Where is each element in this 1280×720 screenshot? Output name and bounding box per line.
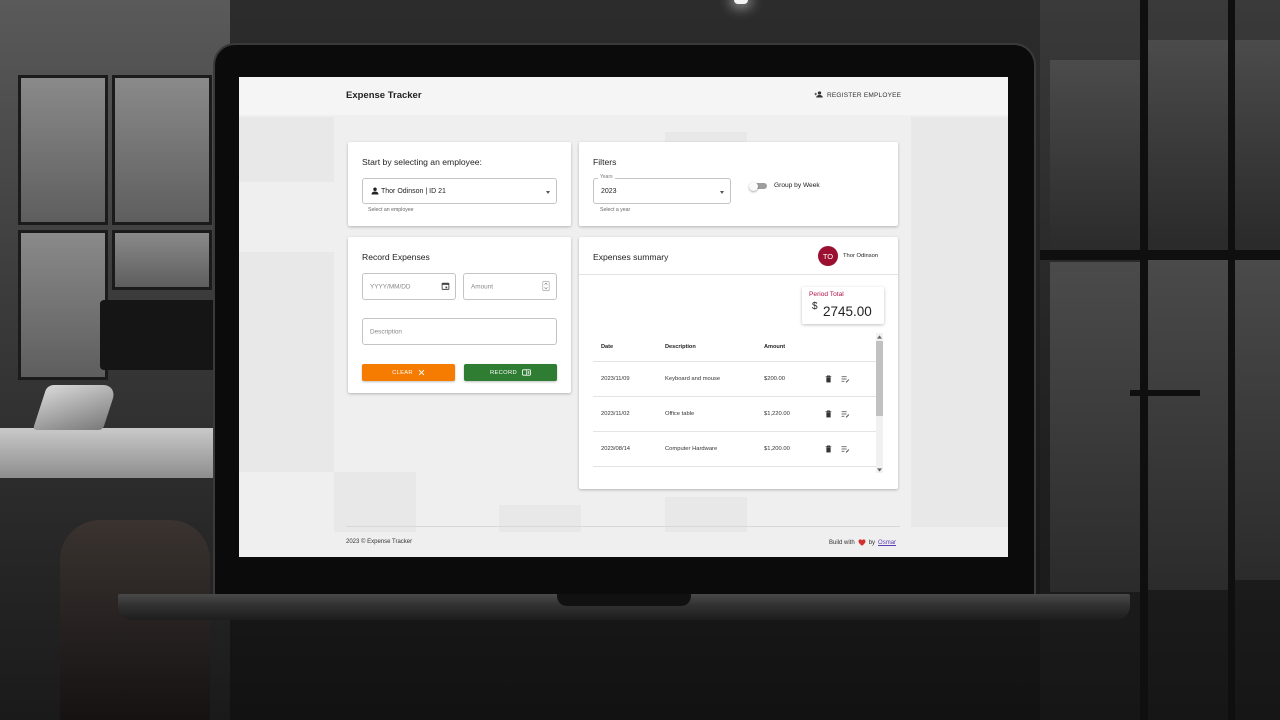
table-row: 2023/11/09 Keyboard and mouse $200.00	[593, 362, 877, 397]
ceiling-light	[734, 0, 748, 4]
clear-button-label: CLEAR	[392, 369, 413, 376]
employee-select-value: Thor Odinson | ID 21	[381, 187, 446, 195]
footer-credits: Build with by Osmar	[829, 539, 896, 546]
employee-select-helper: Select an employee	[368, 207, 414, 213]
register-employee-button[interactable]: REGISTER EMPLOYEE	[814, 91, 901, 100]
period-total-box: Period Total $ 2745.00	[802, 287, 884, 324]
expenses-summary-card: Expenses summary TO Thor Odinson Period …	[579, 237, 898, 489]
period-total-currency: $	[812, 301, 818, 312]
trash-icon[interactable]	[823, 374, 833, 384]
author-link[interactable]: Osmar	[878, 540, 896, 546]
selected-employee-name: Thor Odinson	[843, 253, 879, 259]
chevron-up-icon[interactable]	[876, 333, 883, 340]
year-select[interactable]: 2023	[593, 178, 731, 204]
period-total-value: 2745.00	[823, 304, 872, 319]
app-bar: Expense Tracker REGISTER EMPLOYEE	[239, 77, 1008, 115]
trash-icon[interactable]	[823, 409, 833, 419]
receipt-icon	[522, 369, 531, 376]
row-date: 2023/11/02	[601, 411, 630, 417]
record-expenses-title: Record Expenses	[362, 252, 430, 262]
period-total-label: Period Total	[809, 291, 844, 298]
year-select-helper: Select a year	[600, 207, 631, 213]
app-title: Expense Tracker	[346, 90, 422, 101]
amount-input[interactable]: Amount	[463, 273, 557, 300]
app-screen: Expense Tracker REGISTER EMPLOYEE Start …	[239, 77, 1008, 557]
footer-built-with: Build with	[829, 539, 855, 546]
date-input[interactable]: YYYY/MM/DD	[362, 273, 456, 300]
column-header-description: Description	[665, 344, 696, 350]
description-input-placeholder: Description	[370, 328, 402, 335]
chevron-down-icon	[720, 191, 724, 194]
add-person-icon	[814, 91, 823, 100]
record-button[interactable]: RECORD	[464, 364, 557, 381]
row-description: Computer Hardware	[665, 446, 718, 452]
employee-select[interactable]: Thor Odinson | ID 21	[362, 178, 557, 204]
edit-list-icon[interactable]	[840, 374, 850, 384]
table-row: 2023/08/14 Computer Hardware $1,200.00	[593, 432, 877, 467]
group-by-week-label: Group by Week	[774, 182, 820, 189]
register-employee-label: REGISTER EMPLOYEE	[827, 92, 902, 99]
trash-icon[interactable]	[823, 444, 833, 454]
column-header-amount: Amount	[764, 344, 786, 350]
footer-divider	[346, 526, 900, 527]
record-button-label: RECORD	[490, 369, 517, 376]
record-expenses-card: Record Expenses YYYY/MM/DD Amount Descri…	[348, 237, 571, 393]
table-scrollbar[interactable]	[876, 333, 883, 473]
person-icon	[371, 187, 379, 195]
edit-list-icon[interactable]	[840, 444, 850, 454]
date-input-placeholder: YYYY/MM/DD	[370, 283, 411, 290]
footer-by: by	[868, 539, 876, 546]
clear-button[interactable]: CLEAR	[362, 364, 455, 381]
employee-card-title: Start by selecting an employee:	[362, 157, 482, 167]
year-select-value: 2023	[601, 187, 617, 195]
avatar-initials: TO	[822, 251, 834, 261]
row-description: Keyboard and mouse	[665, 376, 721, 382]
filters-card: Filters 2023 Years Select a year Group b…	[579, 142, 898, 226]
description-input[interactable]: Description	[362, 318, 557, 345]
row-description: Office table	[665, 411, 695, 417]
filters-card-title: Filters	[593, 157, 617, 167]
row-amount: $1,220.00	[764, 411, 790, 417]
heart-icon	[858, 539, 866, 546]
year-select-label: Years	[598, 174, 615, 180]
close-icon	[418, 369, 425, 376]
avatar: TO	[818, 246, 838, 266]
chevron-down-icon[interactable]	[876, 466, 883, 473]
row-date: 2023/08/14	[601, 446, 631, 452]
group-by-week-toggle[interactable]	[749, 180, 769, 192]
column-header-date: Date	[601, 344, 614, 350]
amount-input-placeholder: Amount	[471, 283, 494, 290]
row-amount: $1,200.00	[764, 446, 790, 452]
footer-copyright: 2023 © Expense Tracker	[346, 539, 413, 545]
row-amount: $200.00	[764, 376, 785, 382]
row-date: 2023/11/09	[601, 376, 630, 382]
table-row: 2023/11/02 Office table $1,220.00	[593, 397, 877, 432]
expenses-summary-title: Expenses summary	[593, 252, 669, 262]
edit-list-icon[interactable]	[840, 409, 850, 419]
employee-card: Start by selecting an employee: Thor Odi…	[348, 142, 571, 226]
expenses-table: Date Description Amount 2023/11/09 Keybo…	[593, 333, 877, 473]
laptop-notch	[557, 594, 691, 606]
chevron-down-icon	[546, 191, 550, 194]
summary-header-divider	[579, 274, 898, 275]
calendar-icon[interactable]	[441, 281, 450, 292]
stepper-icon[interactable]	[542, 280, 550, 293]
scrollbar-thumb[interactable]	[876, 341, 883, 416]
